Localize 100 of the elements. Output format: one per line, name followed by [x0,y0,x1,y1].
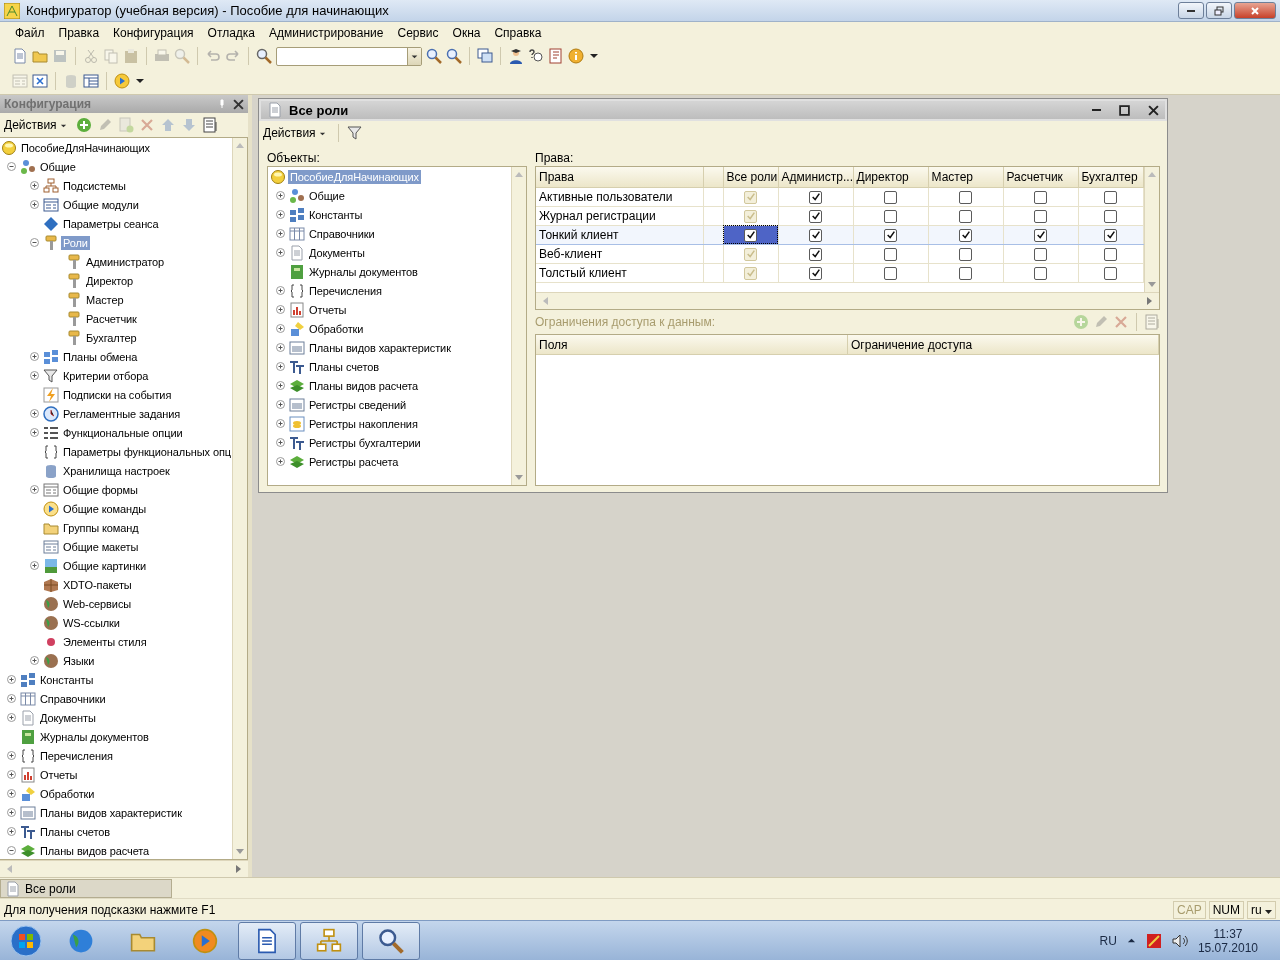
actions-menu[interactable]: Действия [263,126,330,140]
tree-item[interactable]: Регистры накопления [307,416,420,431]
tree-item[interactable]: Перечисления [307,283,384,298]
tree-item[interactable]: Обработки [38,786,97,801]
expand-icon[interactable] [7,713,16,722]
tree-item[interactable]: Планы видов расчета [38,843,152,858]
collapse-icon[interactable] [30,238,39,247]
checkbox-cell[interactable] [928,206,1003,225]
tree-item[interactable]: Журналы документов [38,729,151,744]
expand-icon[interactable] [276,438,285,447]
checkbox[interactable] [959,209,972,223]
checkbox-cell[interactable] [778,206,853,225]
expand-icon[interactable] [276,305,285,314]
checkbox[interactable] [1034,266,1047,280]
checkbox[interactable] [809,209,822,223]
column-header[interactable]: Все роли [723,167,778,187]
column-header[interactable]: Ограничение доступа [848,335,1159,355]
play-icon[interactable] [114,73,130,89]
expand-icon[interactable] [276,286,285,295]
tree-item[interactable]: Критерии отбора [61,368,151,383]
tree-item[interactable]: Хранилища настроек [61,463,172,478]
checkbox[interactable] [959,228,972,242]
checkbox[interactable] [1034,209,1047,223]
tree-item[interactable]: Справочники [307,226,377,241]
column-header[interactable]: Директор [853,167,928,187]
checkbox-cell[interactable] [723,225,778,244]
checkbox[interactable] [809,266,822,280]
taskbar-button[interactable] [362,921,420,960]
scrollbar[interactable] [536,292,1159,309]
tree-item[interactable]: Расчетчик [84,311,139,326]
checkbox-cell[interactable] [1078,187,1143,206]
tree-item[interactable]: Планы счетов [38,824,112,839]
tree-item[interactable]: Web-сервисы [61,596,134,611]
tree-item[interactable]: XDTO-пакеты [61,577,134,592]
checkbox[interactable] [884,190,897,204]
column-header[interactable]: Поля [536,335,848,355]
caret-icon[interactable] [136,79,144,83]
checkbox[interactable] [884,247,897,261]
checkbox[interactable] [959,190,972,204]
checkbox-cell[interactable] [853,244,928,263]
tree-item[interactable]: Группы команд [61,520,141,535]
checkbox[interactable] [959,247,972,261]
windows-icon[interactable] [477,48,493,64]
checkbox[interactable] [884,228,897,242]
tree-item[interactable]: Общие модули [61,197,141,212]
expand-icon[interactable] [30,352,39,361]
checkbox[interactable] [884,266,897,280]
expand-icon[interactable] [30,409,39,418]
info-icon[interactable] [568,48,584,64]
checkbox[interactable] [1104,228,1117,242]
expand-icon[interactable] [276,191,285,200]
checkbox-cell[interactable] [1078,263,1143,282]
tree-item[interactable]: Планы видов характеристик [307,340,453,355]
checkbox-cell[interactable] [928,263,1003,282]
magnifier-icon[interactable] [426,48,442,64]
search-field[interactable] [276,46,422,66]
tree-item[interactable]: Справочники [38,691,108,706]
tree-item[interactable]: Планы обмена [61,349,140,364]
taskbar-button[interactable] [300,921,358,960]
tree-item[interactable]: Директор [84,273,136,288]
checkbox-cell[interactable] [1003,263,1078,282]
expand-icon[interactable] [7,675,16,684]
list-icon[interactable] [201,117,218,133]
expand-icon[interactable] [276,362,285,371]
tree-item[interactable]: Константы [38,672,96,687]
tree-item[interactable]: Отчеты [38,767,80,782]
checkbox[interactable] [744,228,757,242]
minimize-button[interactable] [1178,2,1204,19]
tree-item[interactable]: Регламентные задания [61,406,183,421]
checkbox-cell[interactable] [928,244,1003,263]
tree-item[interactable]: Общие картинки [61,558,149,573]
checkbox[interactable] [1104,266,1117,280]
expand-icon[interactable] [7,751,16,760]
tree-item[interactable]: Документы [307,245,367,260]
caret-icon[interactable] [590,54,598,58]
menu-item[interactable]: Отладка [200,26,263,40]
close-button[interactable] [1234,2,1276,19]
tree-item[interactable]: Языки [61,653,97,668]
scrollbar[interactable] [232,138,247,859]
menu-item[interactable]: Правка [51,26,107,40]
restore-button[interactable] [1206,2,1232,19]
tree-item[interactable]: Параметры сеанса [61,216,161,231]
column-header[interactable]: Расчетчик [1003,167,1078,187]
tree-item[interactable]: Общие формы [61,482,140,497]
tree-item[interactable]: Общие команды [61,501,149,516]
checkbox[interactable] [1034,228,1047,242]
tree-item[interactable]: Регистры расчета [307,454,401,469]
expand-icon[interactable] [276,381,285,390]
tree-item[interactable]: WS-ссылки [61,615,122,630]
expand-icon[interactable] [276,343,285,352]
tree-item[interactable]: Мастер [84,292,126,307]
column-header[interactable]: Мастер [928,167,1003,187]
tree-item[interactable]: Планы счетов [307,359,381,374]
checkbox[interactable] [959,266,972,280]
tree-item[interactable]: Перечисления [38,748,115,763]
column-header[interactable]: Права [536,167,703,187]
checkbox[interactable] [809,190,822,204]
tree-item[interactable]: Журналы документов [307,264,420,279]
expand-icon[interactable] [30,428,39,437]
checkbox-cell[interactable] [778,244,853,263]
